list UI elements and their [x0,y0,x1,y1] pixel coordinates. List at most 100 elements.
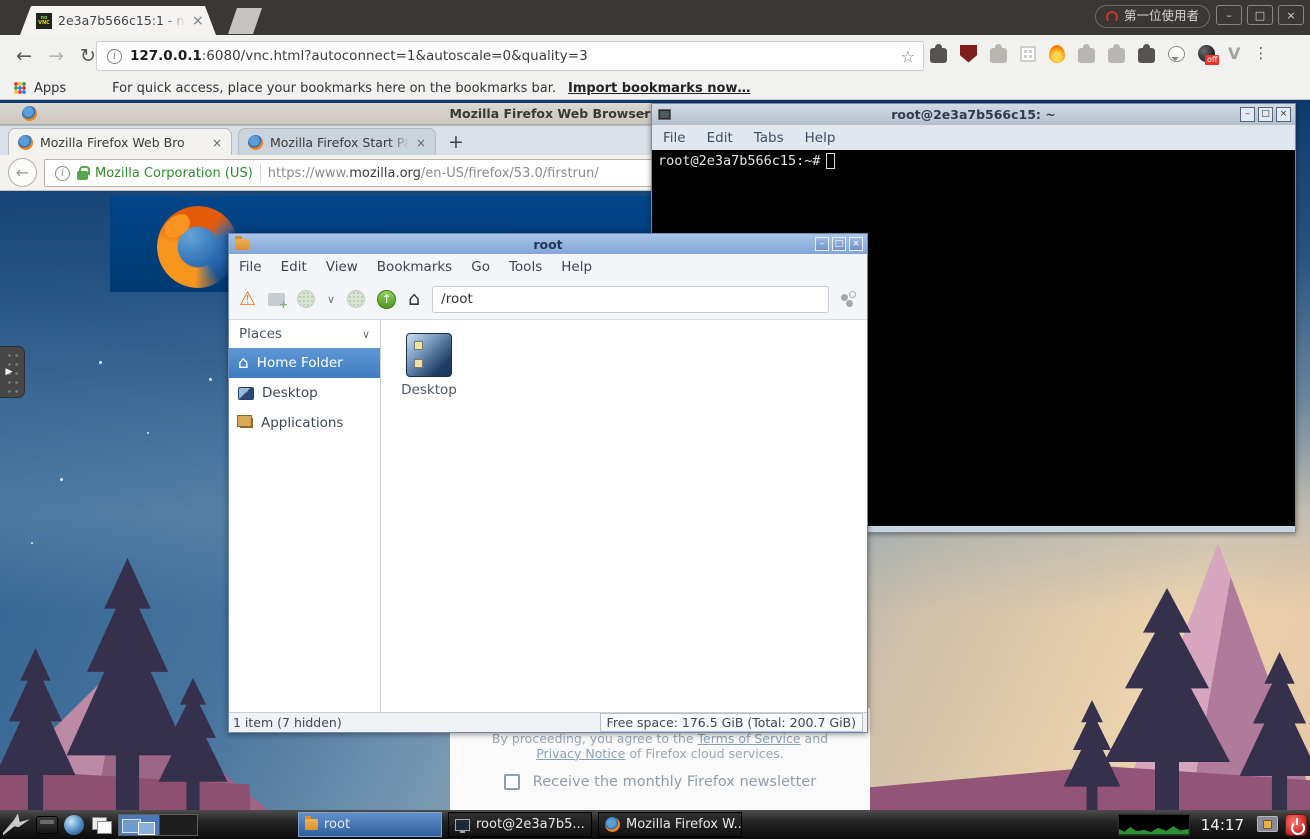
apps-grid-icon[interactable] [14,82,26,94]
menu-help[interactable]: Help [805,130,836,146]
menu-tabs[interactable]: Tabs [754,130,784,146]
home-icon[interactable]: ⌂ [408,290,420,309]
close-button[interactable]: × [1278,5,1304,25]
fm-title-bar[interactable]: root – □ × [229,234,867,254]
new-tab-icon[interactable] [268,293,285,306]
identity-label[interactable]: Mozilla Corporation (US) [95,166,253,181]
vnc-desktop[interactable]: Mozilla Firefox Web Browser – Mozilla Fi… [0,100,1310,811]
legal-prefix: By proceeding, you agree to the [492,731,698,746]
back-icon[interactable] [297,290,315,308]
cpu-monitor-graph[interactable] [1118,814,1190,836]
up-directory-icon[interactable]: ↑ [377,290,396,309]
page-info-icon[interactable]: i [107,49,122,64]
firefox-minimize-button[interactable]: – [640,106,647,121]
maximize-button[interactable]: □ [1258,107,1273,122]
extension-puzzle-icon[interactable] [930,48,947,63]
path-input[interactable] [432,286,829,313]
taskbar-button-root[interactable]: root [298,812,442,837]
terminal-title-bar[interactable]: root@2e3a7b566c15: ~ – □ × [652,104,1295,125]
directory-tree-icon[interactable] [841,291,857,307]
url-rest: :6080/vnc.html?autoconnect=1&autoscale=0… [202,48,588,64]
flame-extension-icon[interactable] [1049,45,1065,63]
expand-arrow-icon: ▶ [6,367,13,377]
menu-bookmarks[interactable]: Bookmarks [377,259,452,275]
power-button-icon[interactable] [1285,814,1307,836]
extension-puzzle-icon[interactable] [1108,48,1125,63]
menu-help[interactable]: Help [561,259,592,275]
tab-close-icon[interactable]: × [416,136,426,150]
minimize-button[interactable]: – [815,237,829,251]
menu-file[interactable]: File [663,130,686,146]
chrome-tab[interactable]: noVNC 2e3a7b566c15:1 - no × [20,6,216,35]
taskbar-button-firefox[interactable]: Mozilla Firefox W... [598,812,742,837]
minimize-button[interactable]: – [1216,5,1242,25]
forward-icon[interactable] [347,290,365,308]
forward-icon[interactable]: → [44,43,68,69]
url-host: mozilla.org [349,166,421,181]
firefox-tab-active[interactable]: Mozilla Firefox Web Bro × [8,128,232,156]
menu-edit[interactable]: Edit [707,130,733,146]
taskbar-button-terminal[interactable]: root@2e3a7b5... [448,812,592,837]
firefox-back-button[interactable]: ← [8,158,37,187]
places-header[interactable]: Places ∨ [229,320,380,348]
maximize-button[interactable]: □ [832,237,846,251]
application-menu-icon[interactable] [3,814,30,836]
speech-bubble-extension-icon[interactable] [1168,46,1185,62]
file-manager-launcher-icon[interactable] [36,816,58,834]
workspace-2[interactable] [159,815,197,835]
profile-badge[interactable]: 第一位使用者 [1095,5,1210,28]
menu-file[interactable]: File [239,259,262,275]
extension-puzzle-icon[interactable] [990,48,1007,63]
menu-tools[interactable]: Tools [509,259,542,275]
sidebar-item-desktop[interactable]: Desktop [229,378,380,408]
menu-go[interactable]: Go [471,259,490,275]
file-item-desktop[interactable]: Desktop [396,333,462,398]
tab-label: Mozilla Firefox Web Bro [40,135,205,150]
workspace-pager[interactable] [118,814,198,836]
chevron-down-icon[interactable]: ∨ [327,293,335,306]
ublock-origin-icon[interactable] [960,45,977,63]
fm-places-sidebar: Places ∨ ⌂ Home Folder Desktop Applicati… [229,320,381,714]
fm-file-area[interactable]: Desktop [381,320,867,714]
workspace-1[interactable] [119,815,159,835]
sidebar-item-applications[interactable]: Applications [229,408,380,438]
tab-close-icon[interactable]: × [192,14,204,28]
privacy-notice-link[interactable]: Privacy Notice [536,746,625,761]
menu-view[interactable]: View [326,259,358,275]
fm-status-bar: 1 item (7 hidden) Free space: 176.5 GiB … [229,712,867,732]
new-tab-button[interactable] [228,8,262,34]
close-button[interactable]: × [849,237,863,251]
newsletter-checkbox[interactable] [504,774,520,790]
show-desktop-icon[interactable] [90,815,112,835]
lock-screen-icon[interactable] [1255,815,1279,835]
omnibox[interactable]: i 127.0.0.1:6080/vnc.html?autoconnect=1&… [96,41,924,71]
proxy-off-extension-icon[interactable]: off [1198,45,1215,62]
minimize-button[interactable]: – [1240,107,1255,122]
home-icon: ⌂ [238,355,249,372]
maximize-button[interactable]: □ [1247,5,1273,25]
clock[interactable]: 14:17 [1201,816,1244,834]
extension-grid-icon[interactable] [1020,46,1036,62]
back-icon[interactable]: ← [12,43,36,69]
bookmark-star-icon[interactable]: ☆ [901,47,915,66]
fm-window-controls: – □ × [815,237,863,251]
tab-close-icon[interactable]: × [212,136,222,150]
firefox-tab[interactable]: Mozilla Firefox Start Pag × [238,128,436,156]
chevron-down-icon[interactable]: ∨ [362,328,370,341]
novnc-panel-handle[interactable]: ▶ [0,346,25,398]
chrome-menu-icon[interactable]: ⋮ [1253,46,1268,61]
vimium-extension-icon[interactable]: V [1228,46,1240,62]
menu-edit[interactable]: Edit [281,259,307,275]
import-bookmarks-link[interactable]: Import bookmarks now… [568,81,750,96]
warning-icon[interactable]: ⚠ [239,290,256,309]
page-info-icon[interactable]: i [55,166,70,181]
browser-launcher-icon[interactable] [64,815,84,835]
close-button[interactable]: × [1276,107,1291,122]
firefox-new-tab-button[interactable]: + [448,130,464,154]
terms-of-service-link[interactable]: Terms of Service [698,731,801,746]
sidebar-item-home-folder[interactable]: ⌂ Home Folder [229,348,380,378]
firefox-icon [605,817,620,832]
apps-label[interactable]: Apps [34,81,66,96]
extension-puzzle-icon[interactable] [1078,48,1095,63]
extension-puzzle-icon[interactable] [1138,48,1155,63]
